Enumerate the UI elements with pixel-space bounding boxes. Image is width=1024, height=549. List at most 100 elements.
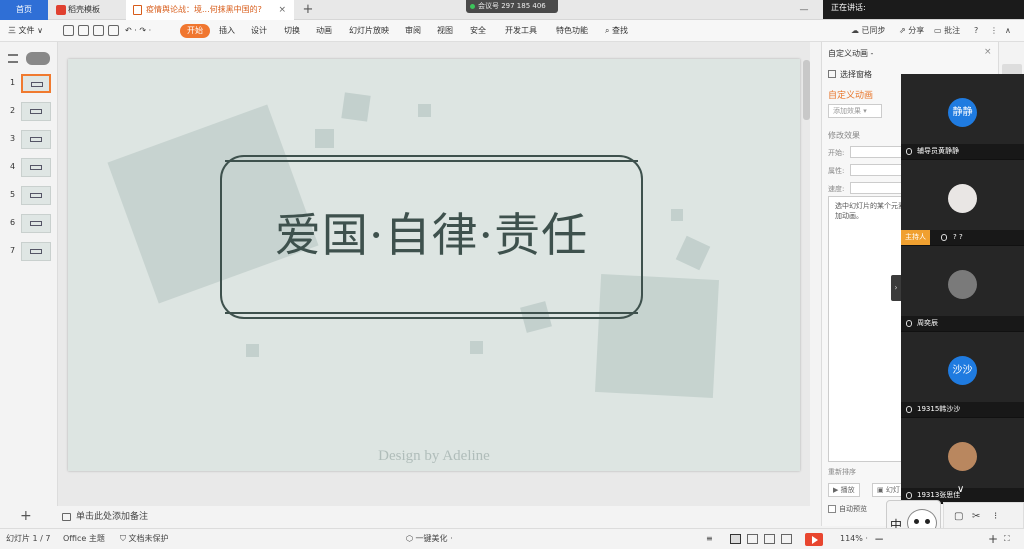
thumbnail-image[interactable]: [21, 158, 51, 177]
folder-icon[interactable]: ▢: [954, 511, 963, 522]
canvas-scrollbar[interactable]: [803, 60, 810, 440]
participant-tile[interactable]: 周奕辰: [901, 246, 1024, 332]
participant-name: 辅导员黄静静: [917, 147, 959, 155]
slide-thumbnail[interactable]: 5: [0, 186, 58, 208]
tab-view[interactable]: 视图: [437, 24, 453, 38]
notes-bar[interactable]: 单击此处添加备注: [58, 508, 810, 526]
participant-name-tag: 主持人 ? ?: [901, 230, 1024, 245]
tab-animation[interactable]: 动画: [316, 24, 332, 38]
slide-credit[interactable]: Design by Adeline: [68, 448, 800, 465]
participant-tile[interactable]: 静静 辅导员黄静静: [901, 74, 1024, 160]
tab-transition[interactable]: 切换: [284, 24, 300, 38]
share-label: 分享: [908, 26, 925, 35]
normal-view-icon[interactable]: [730, 534, 741, 544]
print-preview-icon[interactable]: [108, 25, 119, 36]
tab-design[interactable]: 设计: [251, 24, 267, 38]
export-pdf-icon[interactable]: [78, 25, 89, 36]
tab-features[interactable]: 特色功能: [556, 24, 588, 38]
search-button[interactable]: ⌕ 查找: [605, 24, 628, 38]
help-button[interactable]: ?: [974, 24, 978, 38]
zoom-out-button[interactable]: −: [874, 529, 884, 549]
presentation-icon: [133, 5, 142, 15]
slide-thumbnail[interactable]: 7: [0, 242, 58, 264]
tab-security[interactable]: 安全: [470, 24, 486, 38]
more-tools-icon[interactable]: ⁝: [994, 511, 997, 522]
reorder-label: 重新排序: [828, 468, 856, 476]
tab-developer[interactable]: 开发工具: [505, 24, 537, 38]
tab-home[interactable]: 首页: [0, 0, 48, 20]
select-pane-button[interactable]: 选择窗格: [828, 69, 872, 80]
add-slide-button[interactable]: +: [20, 508, 32, 524]
thumbnail-image[interactable]: [21, 214, 51, 233]
decor-square: [315, 129, 334, 148]
close-tab-icon[interactable]: ×: [278, 0, 286, 20]
share-icon: ⇗: [899, 26, 906, 35]
live-dot-icon: [470, 4, 475, 9]
notes-placeholder[interactable]: 单击此处添加备注: [76, 512, 148, 522]
play-icon: ▶: [833, 486, 839, 494]
slide-thumbnail[interactable]: 2: [0, 102, 58, 124]
participant-tile[interactable]: 沙沙 19315韩沙沙: [901, 332, 1024, 418]
tab-slideshow[interactable]: 幻灯片放映: [349, 24, 389, 38]
slide-view-icon[interactable]: [26, 52, 50, 65]
avatar: 静静: [948, 98, 977, 127]
participant-tile[interactable]: 主持人 ? ?: [901, 160, 1024, 246]
slide-thumbnail[interactable]: 3: [0, 130, 58, 152]
slide-thumbnail[interactable]: 1: [0, 74, 58, 96]
tab-insert[interactable]: 插入: [219, 24, 235, 38]
slide-thumbnail[interactable]: 6: [0, 214, 58, 236]
thumbnail-image[interactable]: [21, 186, 51, 205]
thumbnail-image[interactable]: [21, 130, 51, 149]
comment-button[interactable]: ▭ 批注: [934, 24, 960, 38]
print-icon[interactable]: [93, 25, 104, 36]
zoom-in-button[interactable]: +: [988, 529, 998, 549]
close-icon[interactable]: ×: [984, 47, 992, 57]
beautify-icon: ⬡: [406, 534, 413, 543]
minimize-button[interactable]: —: [784, 0, 824, 20]
participant-name-tag: 19315韩沙沙: [901, 402, 1024, 417]
fit-window-icon[interactable]: ⛶: [1004, 529, 1010, 549]
speaking-indicator: 正在讲话:: [823, 0, 1024, 19]
beautify-button[interactable]: ⬡ 一键美化 ·: [406, 529, 453, 549]
expand-panel-icon[interactable]: ›: [891, 275, 901, 301]
add-effect-button[interactable]: 添加效果 ▾: [828, 104, 882, 118]
play-button[interactable]: ▶ 播放: [828, 483, 860, 497]
collapse-ribbon-icon[interactable]: ∧: [1005, 24, 1011, 38]
tab-review[interactable]: 审阅: [405, 24, 421, 38]
slide-thumbnail[interactable]: 4: [0, 158, 58, 180]
shield-icon: ⛉: [120, 534, 126, 543]
share-button[interactable]: ⇗ 分享: [899, 24, 924, 38]
slide[interactable]: 爱国·自律·责任 Design by Adeline: [68, 59, 800, 471]
undo-redo[interactable]: ↶ · ↷ ·: [125, 24, 151, 38]
thumbnail-image[interactable]: [21, 102, 51, 121]
scissors-icon[interactable]: ✂: [972, 511, 980, 522]
search-icon: ⌕: [605, 26, 610, 35]
reading-view-icon[interactable]: [764, 534, 775, 544]
protection-status[interactable]: ⛉ 文档未保护: [120, 529, 169, 549]
meeting-id-text: 会议号 297 185 406: [478, 2, 546, 10]
scroll-down-icon[interactable]: ∨: [957, 484, 964, 495]
tab-start[interactable]: 开始: [180, 24, 210, 38]
notes-view-icon[interactable]: [781, 534, 792, 544]
more-icon[interactable]: ⋮: [990, 24, 998, 38]
pane-title[interactable]: 自定义动画 -: [828, 48, 873, 59]
slideshow-button[interactable]: ▣ 幻灯: [872, 483, 905, 497]
notes-toggle-icon[interactable]: ≡: [706, 529, 713, 549]
save-icon[interactable]: [63, 25, 74, 36]
synced-status[interactable]: ☁ 已同步: [851, 24, 886, 38]
thumbnail-view-toggle[interactable]: [6, 52, 52, 66]
new-tab-button[interactable]: +: [300, 0, 316, 20]
slide-title[interactable]: 爱国·自律·责任: [220, 199, 643, 265]
play-slideshow-button[interactable]: [805, 533, 823, 546]
thumbnail-image[interactable]: [21, 74, 51, 93]
avatar: [948, 184, 977, 213]
outline-view-icon[interactable]: [8, 54, 18, 63]
slide-sorter-icon[interactable]: [747, 534, 758, 544]
tab-document[interactable]: 疫情舆论战：境...何抹黑中国的? ×: [126, 0, 294, 20]
decor-square: [418, 104, 431, 117]
thumbnail-image[interactable]: [21, 242, 51, 261]
tab-template[interactable]: 稻壳模板: [50, 0, 122, 20]
autopreview-checkbox[interactable]: 自动预览: [828, 504, 867, 514]
zoom-level[interactable]: 114% ·: [840, 529, 868, 549]
file-menu[interactable]: 三 文件 ∨: [8, 24, 43, 38]
